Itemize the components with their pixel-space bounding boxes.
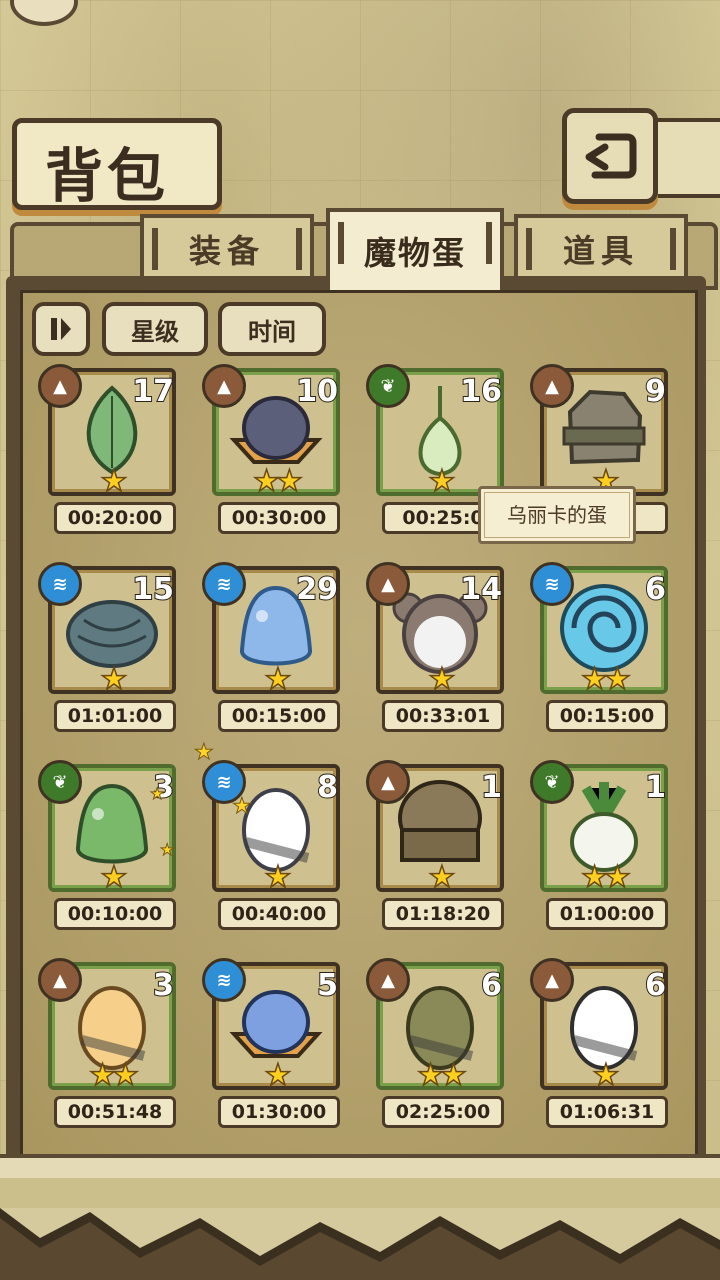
star-rating: ★ [428,859,456,896]
torn-paper-edge [0,1178,720,1280]
egg-count: 9 [644,373,667,410]
hatch-time: 00:40:00 [218,898,340,930]
water-element-icon: ≋ [202,562,246,606]
egg-card[interactable]: ≋ 6 ★★ 00:15:00 [530,562,672,732]
back-button-tail [648,118,720,198]
page-title: 背包 [45,142,170,210]
egg-count: 16 [459,373,503,410]
water-element-icon: ≋ [202,958,246,1002]
egg-count: 6 [644,571,667,608]
star-rating: ★ [264,661,292,698]
star-rating: ★ [592,1057,620,1094]
hatch-time: 00:20:00 [54,502,176,534]
star-rating: ★★ [580,859,631,896]
egg-card[interactable]: ≋ 8 ★ 00:40:00 [202,760,344,930]
hatch-time: 00:15:00 [546,700,668,732]
hatch-time: 01:18:20 [382,898,504,930]
star-rating: ★ [428,661,456,698]
egg-count: 14 [459,571,503,608]
egg-count: 6 [480,967,503,1004]
hatch-time: 00:51:48 [54,1096,176,1128]
hatch-time: 01:00:00 [546,898,668,930]
egg-card[interactable]: ❦ 1 ★★ 01:00:00 [530,760,672,930]
egg-card[interactable]: ≋ 15 ★ 01:01:00 [38,562,180,732]
back-button[interactable] [562,108,658,204]
egg-card[interactable]: ≋ 29 ★ 00:15:00 [202,562,344,732]
star-rating: ★★ [580,661,631,698]
plant-element-icon: ❦ [366,364,410,408]
star-rating: ★ [100,859,128,896]
egg-count: 29 [295,571,339,608]
egg-count: 5 [316,967,339,1004]
earth-element-icon: ▲ [366,760,410,804]
plant-element-icon: ❦ [38,760,82,804]
tab-equipment[interactable]: 装备 [140,214,314,280]
hatch-time: 00:33:01 [382,700,504,732]
plant-element-icon: ❦ [530,760,574,804]
water-element-icon: ≋ [530,562,574,606]
egg-card[interactable]: ▲9★20 [530,364,672,534]
star-rating: ★ [264,859,292,896]
egg-count: 1 [644,769,667,806]
hatch-time: 00:15:00 [218,700,340,732]
egg-card[interactable]: ▲ 14 ★ 00:33:01 [366,562,508,732]
egg-card[interactable]: ▲ 3 ★★ 00:51:48 [38,958,180,1128]
sparkle-icon: ★ [194,740,215,766]
hatch-time: 02:25:00 [382,1096,504,1128]
earth-element-icon: ▲ [38,958,82,1002]
back-arrow-icon [585,133,637,179]
hatch-time: 01:06:31 [546,1096,668,1128]
egg-count: 1 [480,769,503,806]
title-plate: 背包 [12,118,222,210]
sort-by-star-button[interactable]: 星级 [102,302,208,356]
egg-count: 3 [152,967,175,1004]
egg-count: 8 [316,769,339,806]
sparkle-icon: ★ [232,794,253,820]
earth-element-icon: ▲ [38,364,82,408]
earth-element-icon: ▲ [530,958,574,1002]
egg-card[interactable]: ▲ 10 ★★ 00:30:00 [202,364,344,534]
sort-toggle-icon [51,318,71,340]
egg-count: 15 [131,571,175,608]
egg-card[interactable]: ≋ 5 ★ 01:30:00 [202,958,344,1128]
star-rating: ★★ [416,1057,467,1094]
egg-count: 6 [644,967,667,1004]
egg-card[interactable]: ▲ 6 ★★ 02:25:00 [366,958,508,1128]
hatch-time: 00:30:00 [218,502,340,534]
star-rating: ★★ [88,1057,139,1094]
tab-monster-eggs[interactable]: 魔物蛋 [326,208,504,290]
egg-name-tooltip: 乌丽卡的蛋 [478,486,636,544]
egg-count: 10 [295,373,339,410]
star-rating: ★★ [252,463,303,500]
sort-by-time-button[interactable]: 时间 [218,302,326,356]
earth-element-icon: ▲ [366,562,410,606]
star-rating: ★ [264,1057,292,1094]
egg-card[interactable]: ▲ 1 ★ 01:18:20 [366,760,508,930]
sparkle-icon: ★ [159,840,175,860]
egg-card[interactable]: ▲ 17 ★ 00:20:00 [38,364,180,534]
egg-card[interactable]: ❦ 16 ★ 00:25:0 [366,364,508,534]
earth-element-icon: ▲ [202,364,246,408]
hatch-time: 00:10:00 [54,898,176,930]
sort-order-button[interactable] [32,302,90,356]
water-element-icon: ≋ [38,562,82,606]
tab-items[interactable]: 道具 [514,214,688,280]
sparkle-icon: ★ [149,784,165,804]
star-rating: ★ [100,661,128,698]
star-rating: ★ [100,463,128,500]
egg-card[interactable]: ▲ 6 ★ 01:06:31 [530,958,672,1128]
earth-element-icon: ▲ [530,364,574,408]
egg-count: 17 [131,373,175,410]
hatch-time: 01:01:00 [54,700,176,732]
earth-element-icon: ▲ [366,958,410,1002]
hatch-time: 01:30:00 [218,1096,340,1128]
